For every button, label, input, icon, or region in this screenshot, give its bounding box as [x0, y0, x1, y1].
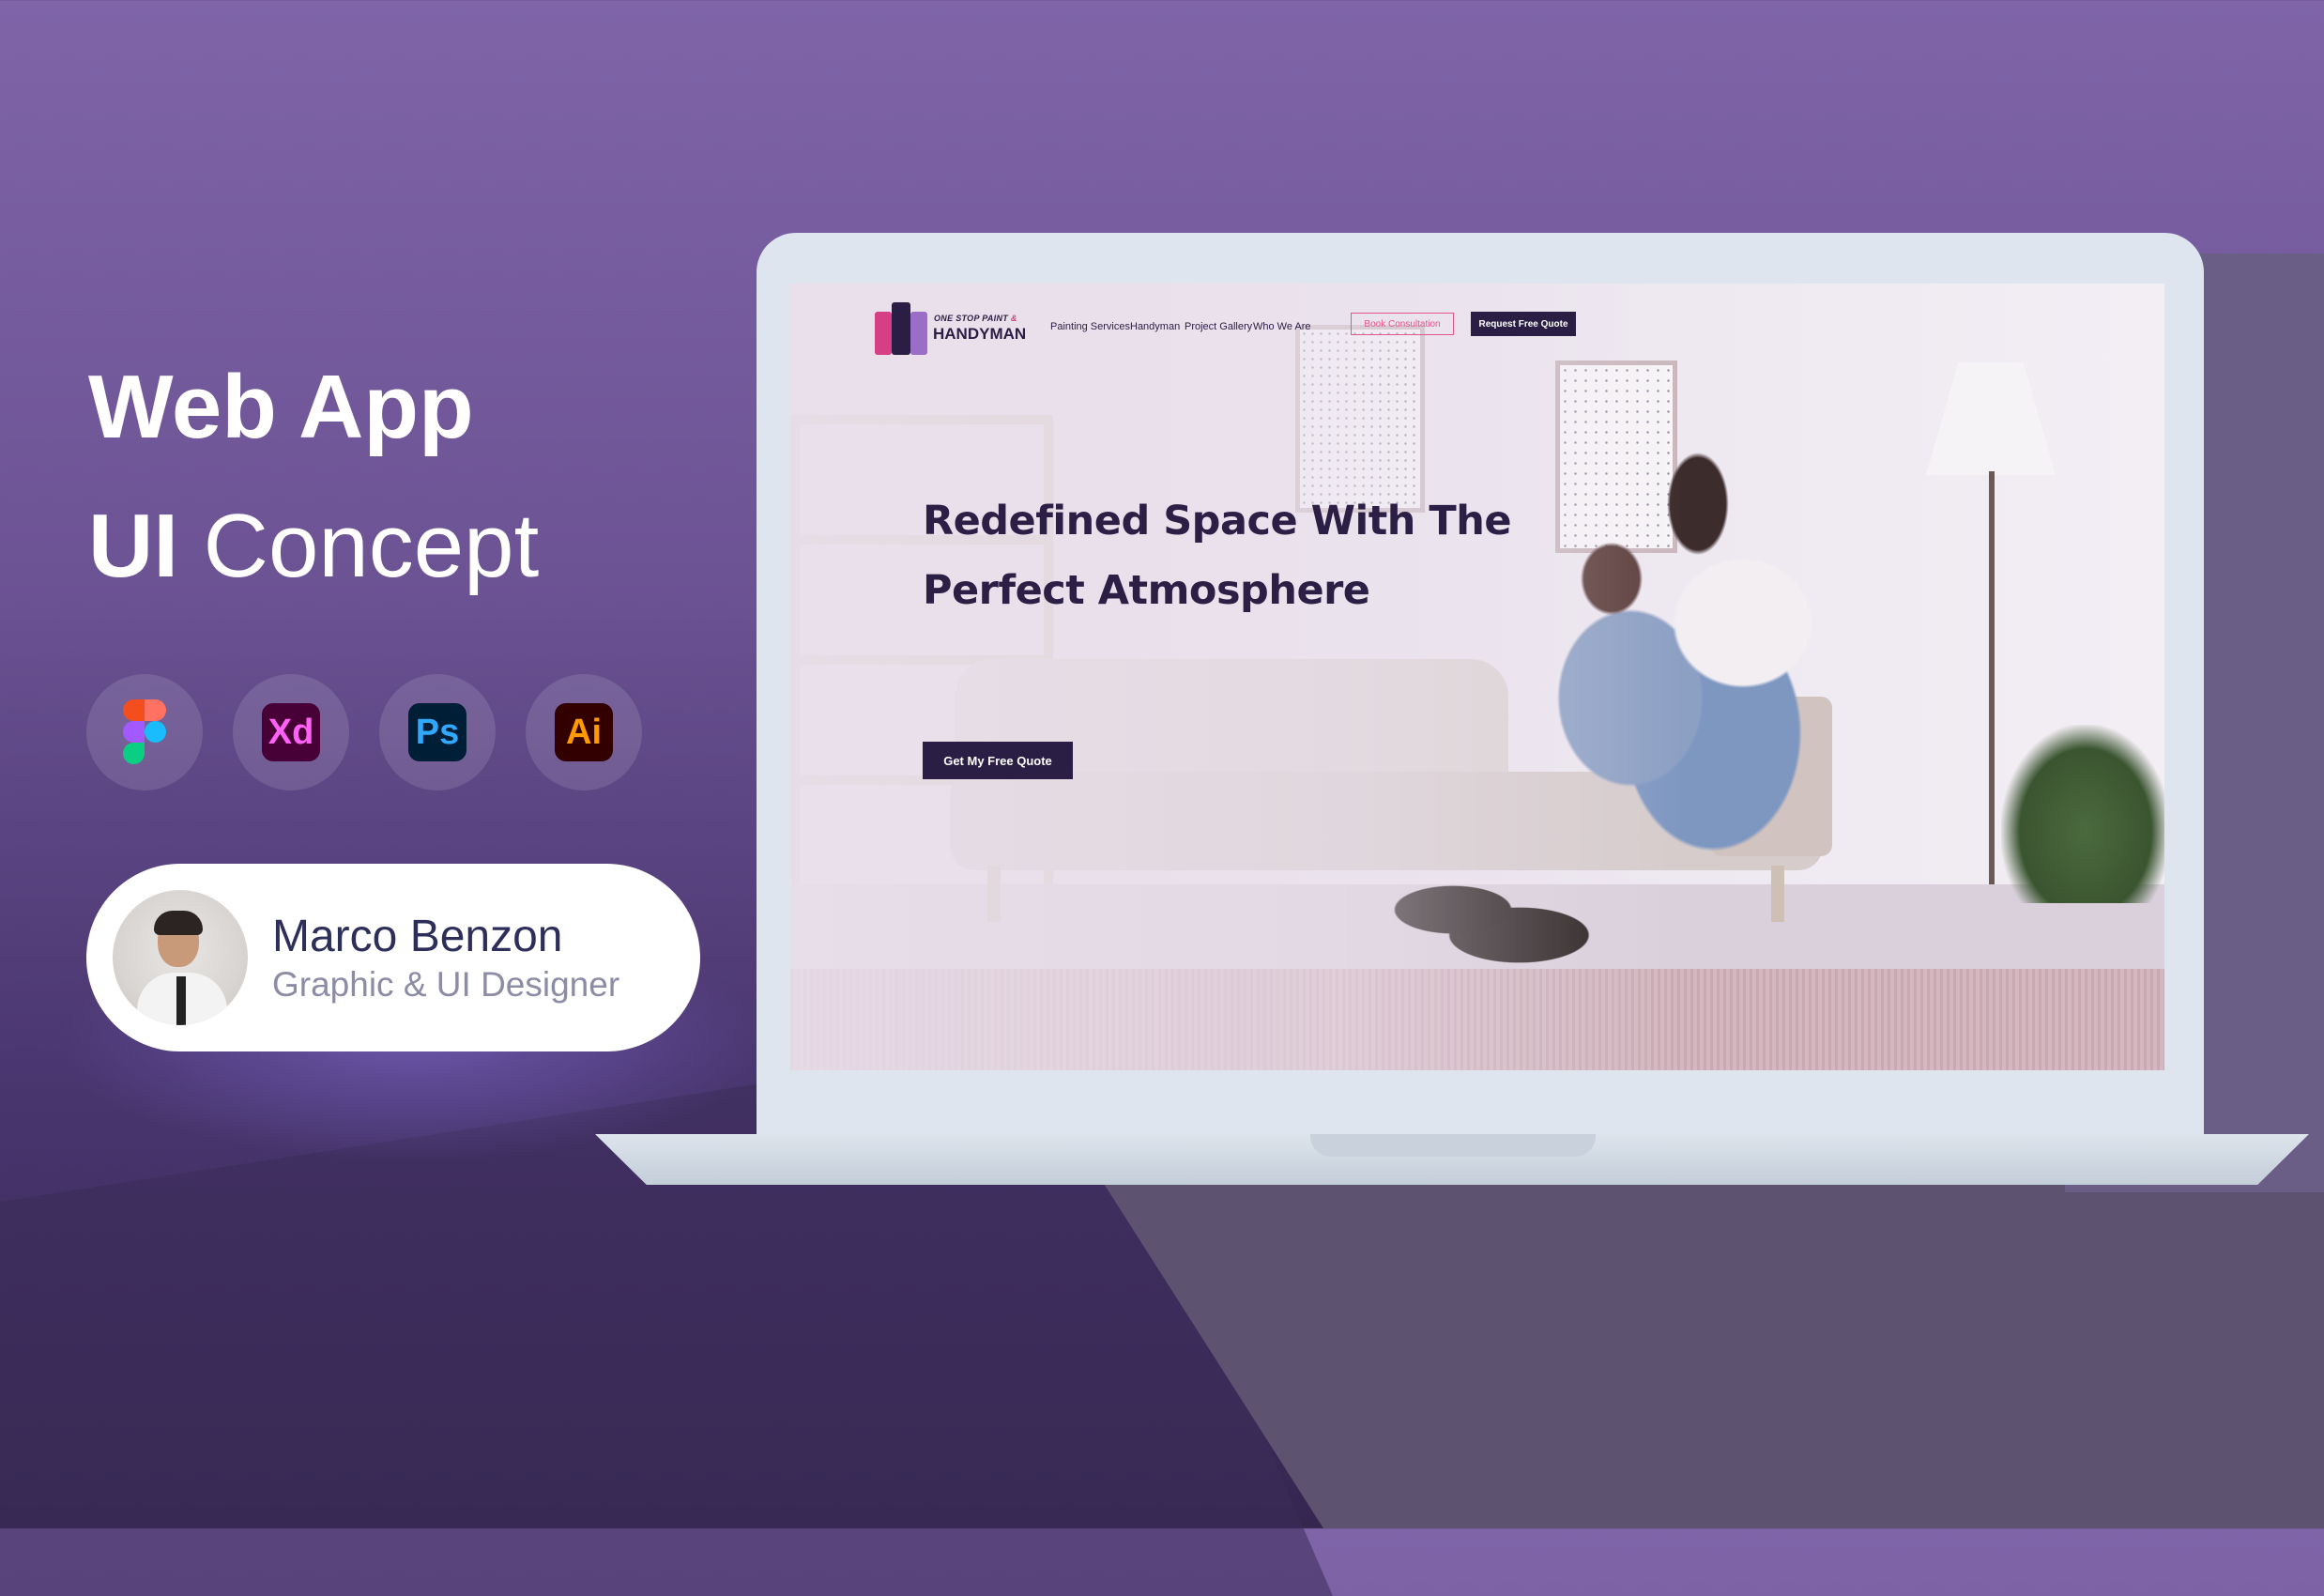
author-role: Graphic & UI Designer: [272, 965, 620, 1004]
brand-tagline: ONE STOP PAINT &: [934, 314, 1017, 323]
laptop-screen: ONE STOP PAINT & HANDYMAN Painting Servi…: [790, 284, 2164, 1070]
illustrator-icon: Ai: [555, 703, 613, 761]
nav-painting-services[interactable]: Painting Services: [1050, 321, 1130, 332]
illustrator-tool-badge: Ai: [526, 674, 642, 790]
hero-overlay: [790, 284, 2164, 1070]
promo-title-line2: UI Concept: [88, 477, 539, 616]
adobe-xd-tool-badge: Xd: [233, 674, 349, 790]
get-free-quote-button[interactable]: Get My Free Quote: [923, 742, 1073, 779]
hero-headline-line2: Perfect Atmosphere: [923, 567, 1370, 614]
brand-logo[interactable]: [875, 302, 927, 355]
figma-icon: [123, 699, 166, 764]
author-card: Marco Benzon Graphic & UI Designer: [86, 864, 700, 1051]
hero-headline-line1: Redefined Space With The: [923, 498, 1512, 545]
hero-headline: Redefined Space With The Perfect Atmosph…: [923, 486, 1512, 625]
brand-tagline-amp: &: [1010, 314, 1017, 323]
request-free-quote-button[interactable]: Request Free Quote: [1471, 312, 1576, 336]
laptop-notch: [1310, 1134, 1596, 1157]
promo-title-regular: Concept: [203, 496, 540, 596]
photoshop-tool-badge: Ps: [379, 674, 496, 790]
brand-name: HANDYMAN: [933, 325, 1027, 343]
nav-project-gallery[interactable]: Project Gallery: [1185, 321, 1252, 332]
nav-who-we-are[interactable]: Who We Are: [1253, 321, 1311, 332]
avatar: [113, 890, 248, 1025]
brand-tagline-text: ONE STOP PAINT: [934, 314, 1009, 323]
book-consultation-button[interactable]: Book Consultation: [1351, 313, 1454, 335]
photoshop-icon: Ps: [408, 703, 466, 761]
author-name: Marco Benzon: [272, 912, 563, 961]
promo-title-bold: UI: [88, 496, 178, 596]
promo-title: Web App UI Concept: [88, 338, 539, 616]
adobe-xd-icon: Xd: [262, 703, 320, 761]
promo-title-line1: Web App: [88, 357, 474, 457]
figma-tool-badge: [86, 674, 203, 790]
nav-handyman[interactable]: Handyman: [1130, 321, 1180, 332]
